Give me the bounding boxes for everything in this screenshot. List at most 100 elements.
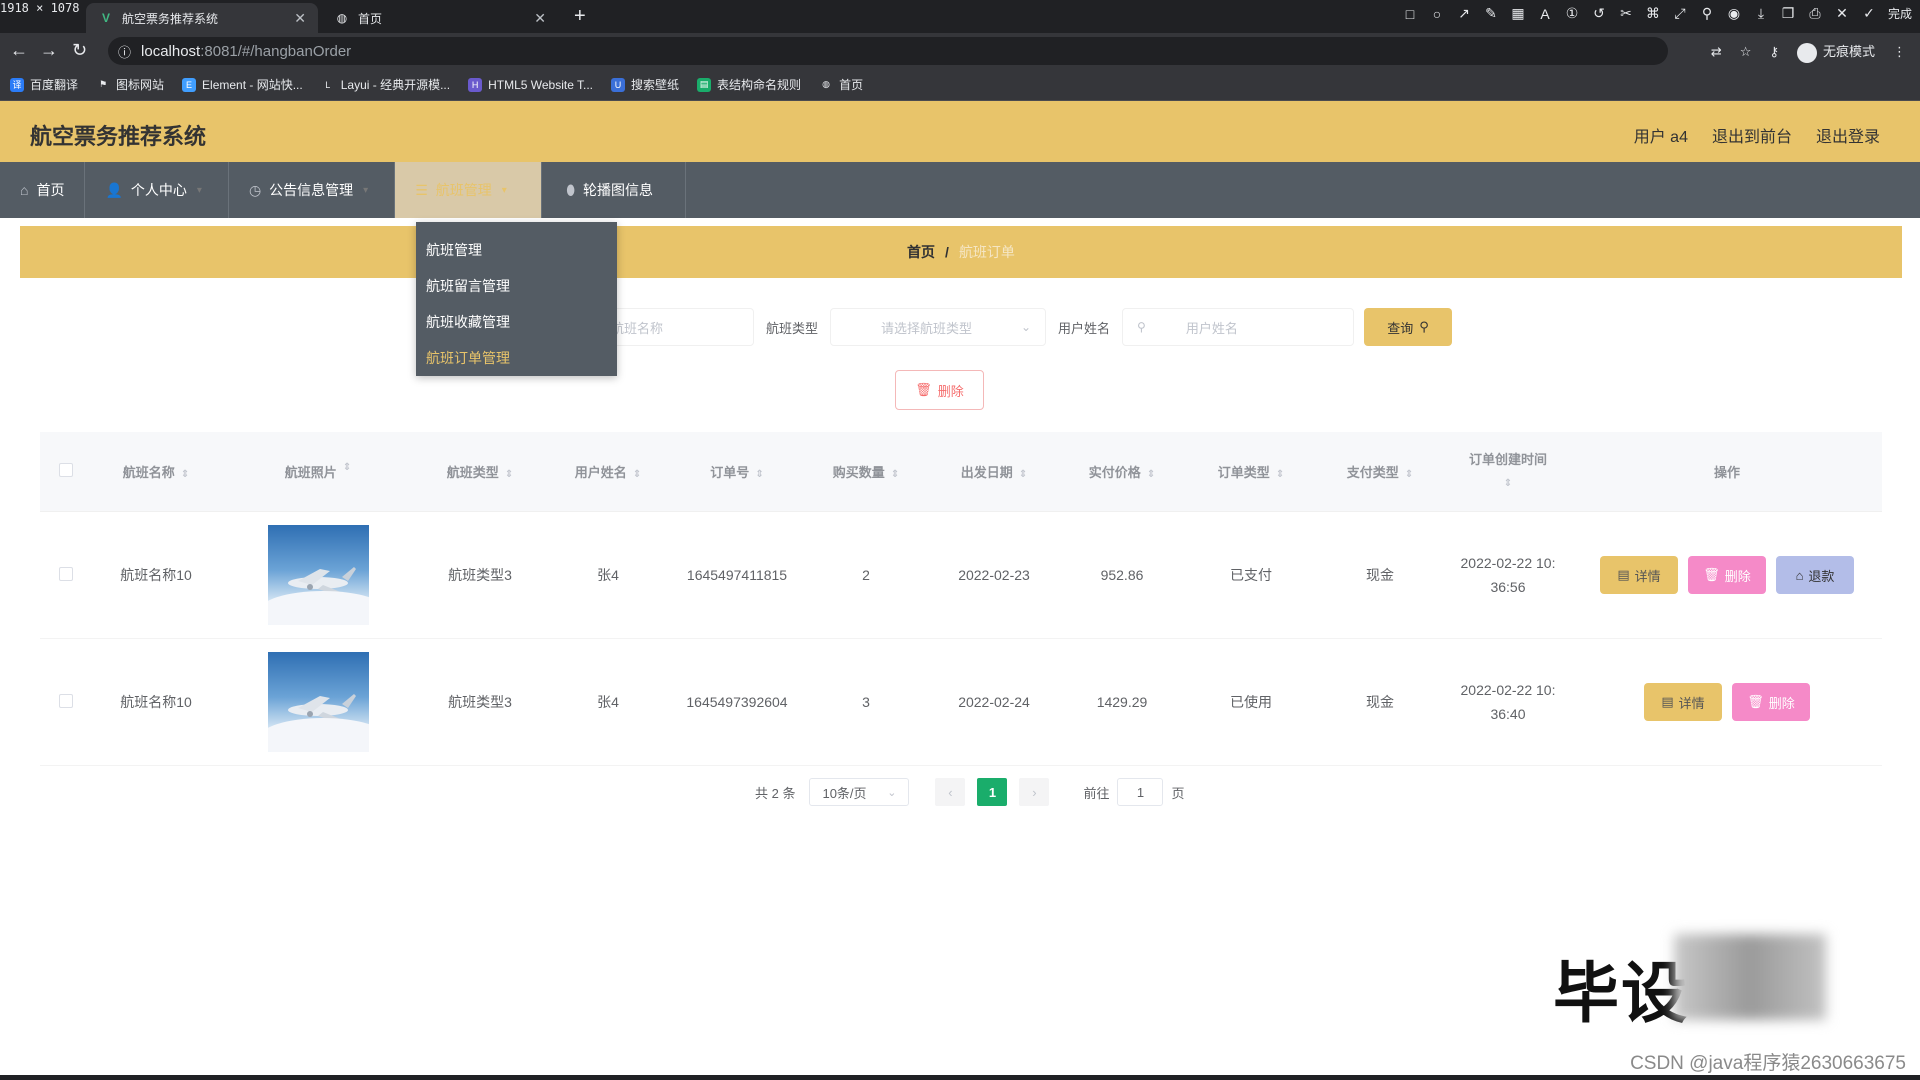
prev-page-icon[interactable]: ‹: [935, 778, 966, 806]
record-icon[interactable]: ◉: [1726, 5, 1742, 22]
check-icon[interactable]: ✓: [1861, 5, 1877, 22]
sort-icon[interactable]: ⇕: [1019, 469, 1027, 480]
tab-close-icon[interactable]: ✕: [294, 10, 306, 27]
sort-icon[interactable]: ⇕: [181, 469, 189, 480]
goto-page-input[interactable]: 1: [1117, 778, 1164, 806]
sort-icon[interactable]: ⇕: [1276, 469, 1284, 480]
exit-to-front-link[interactable]: 退出到前台: [1712, 123, 1792, 147]
logout-link[interactable]: 退出登录: [1816, 123, 1880, 147]
bookmark-item[interactable]: ▤ 表结构命名规则: [697, 76, 801, 93]
button-label: 查询: [1387, 320, 1414, 336]
detail-button[interactable]: ▤ 详情: [1600, 556, 1678, 594]
airplane-photo[interactable]: [267, 652, 369, 752]
flight-type-select[interactable]: 请选择航班类型 ⌄: [830, 308, 1047, 346]
pen-tool-icon[interactable]: ✎: [1483, 5, 1499, 22]
row-checkbox[interactable]: [59, 693, 73, 708]
bookmark-item[interactable]: E Element - 网站快...: [182, 76, 303, 93]
circle-tool-icon[interactable]: ○: [1429, 6, 1445, 22]
col-create-time[interactable]: 订单创建时间 ⇕: [1444, 448, 1572, 496]
col-order-no[interactable]: 订单号 ⇕: [672, 462, 802, 481]
expand-icon[interactable]: ⤢: [1672, 5, 1688, 22]
col-order-type[interactable]: 订单类型 ⇕: [1186, 462, 1316, 481]
col-depart-date[interactable]: 出发日期 ⇕: [930, 462, 1058, 481]
menu-item-home[interactable]: ⌂ 首页: [0, 162, 86, 218]
menu-item-flight[interactable]: ☰ 航班管理 ▾: [395, 162, 543, 218]
chevron-down-icon: ▾: [196, 184, 202, 196]
url-field[interactable]: ⓘ localhost:8081/#/hangbanOrder: [108, 37, 1668, 65]
mosaic-tool-icon[interactable]: ▦: [1510, 5, 1526, 22]
forward-icon[interactable]: →: [40, 40, 58, 61]
arrow-tool-icon[interactable]: ↗: [1456, 5, 1472, 22]
col-flight-photo[interactable]: 航班照片 ⇕: [220, 462, 416, 481]
kebab-menu-icon[interactable]: ⋮: [1893, 44, 1906, 60]
reload-icon[interactable]: ↻: [72, 40, 87, 61]
refund-button[interactable]: ⌂ 退款: [1776, 556, 1854, 594]
bookmark-icon[interactable]: ⎙: [1807, 5, 1823, 22]
col-flight-type[interactable]: 航班类型 ⇕: [416, 462, 544, 481]
sort-icon[interactable]: ⇕: [505, 469, 513, 480]
text-tool-icon[interactable]: A: [1537, 6, 1553, 22]
sort-icon[interactable]: ⇕: [1405, 469, 1413, 480]
query-button[interactable]: 查询 ⚲: [1364, 308, 1453, 346]
info-icon[interactable]: ⓘ: [118, 42, 131, 61]
scissors-icon[interactable]: ✂: [1618, 5, 1634, 22]
done-button[interactable]: 完成: [1888, 5, 1912, 22]
pin-icon[interactable]: ⚲: [1699, 5, 1715, 22]
bookmark-label: HTML5 Website T...: [488, 77, 594, 92]
delete-button[interactable]: 🗑 删除: [1732, 683, 1810, 721]
number-tool-icon[interactable]: ①: [1564, 5, 1580, 22]
col-price[interactable]: 实付价格 ⇕: [1058, 462, 1186, 481]
delete-button[interactable]: 🗑 删除: [1688, 556, 1766, 594]
sort-icon[interactable]: ⇕: [891, 469, 899, 480]
submenu-item-flight-message[interactable]: 航班留言管理: [416, 268, 617, 304]
csdn-credit: CSDN @java程序猿2630663675: [1630, 1053, 1906, 1074]
sort-icon[interactable]: ⇕: [343, 462, 351, 481]
menu-item-carousel[interactable]: ⬮ 轮播图信息: [542, 162, 686, 218]
bookmark-item[interactable]: H HTML5 Website T...: [468, 77, 594, 92]
page-number-current[interactable]: 1: [977, 778, 1008, 806]
row-checkbox[interactable]: [59, 566, 73, 581]
incognito-indicator[interactable]: 无痕模式: [1796, 41, 1875, 63]
key-icon[interactable]: ⚷: [1769, 44, 1779, 60]
new-tab-icon[interactable]: +: [574, 5, 586, 28]
select-all-checkbox[interactable]: [59, 463, 73, 477]
browser-tab-home[interactable]: ◍ 首页 ✕: [322, 3, 558, 33]
submenu-item-flight-manage[interactable]: 航班管理: [416, 232, 617, 268]
breadcrumb-home[interactable]: 首页: [907, 242, 935, 262]
col-quantity[interactable]: 购买数量 ⇕: [802, 462, 930, 481]
bookmark-item[interactable]: U 搜索壁纸: [611, 76, 679, 93]
bookmark-item[interactable]: L Layui - 经典开源模...: [321, 76, 450, 93]
detail-button[interactable]: ▤ 详情: [1644, 683, 1722, 721]
copy-icon[interactable]: ❐: [1780, 5, 1796, 22]
batch-delete-button[interactable]: 🗑 删除: [895, 370, 984, 410]
col-flight-name[interactable]: 航班名称 ⇕: [92, 462, 220, 481]
col-user-name[interactable]: 用户姓名 ⇕: [544, 462, 672, 481]
bookmark-item[interactable]: ◍ 首页: [819, 76, 863, 93]
star-icon[interactable]: ☆: [1740, 44, 1752, 60]
close-icon[interactable]: ✕: [1834, 5, 1850, 22]
menu-item-notice[interactable]: ◷ 公告信息管理 ▾: [229, 162, 396, 218]
user-name-input[interactable]: ⚲ 用户姓名: [1122, 308, 1355, 346]
sort-icon[interactable]: ⇕: [1444, 472, 1572, 496]
sort-icon[interactable]: ⇕: [633, 469, 641, 480]
col-pay-type[interactable]: 支付类型 ⇕: [1316, 462, 1444, 481]
airplane-photo[interactable]: [267, 525, 369, 625]
translate-icon[interactable]: ⇄: [1711, 44, 1722, 60]
back-icon[interactable]: ←: [10, 40, 28, 61]
flight-name-input[interactable]: 航班名称: [596, 308, 754, 346]
rectangle-tool-icon[interactable]: □: [1402, 6, 1418, 22]
page-size-select[interactable]: 10条/页 ⌄: [809, 778, 910, 806]
translate-tool-icon[interactable]: ⌘: [1645, 5, 1661, 22]
sort-icon[interactable]: ⇕: [755, 469, 763, 480]
next-page-icon[interactable]: ›: [1019, 778, 1050, 806]
browser-tab-active[interactable]: V 航空票务推荐系统 ✕: [86, 3, 318, 33]
menu-item-personal[interactable]: 👤 个人中心 ▾: [85, 162, 229, 218]
bookmark-item[interactable]: 译百度翻译: [10, 76, 78, 93]
bookmark-item[interactable]: ⚑ 图标网站: [96, 76, 164, 93]
submenu-item-flight-order[interactable]: 航班订单管理: [416, 340, 617, 376]
tab-close-icon[interactable]: ✕: [534, 10, 546, 27]
submenu-item-flight-favorite[interactable]: 航班收藏管理: [416, 304, 617, 340]
undo-icon[interactable]: ↺: [1591, 5, 1607, 22]
sort-icon[interactable]: ⇕: [1147, 469, 1155, 480]
download-icon[interactable]: ⤓: [1753, 5, 1769, 22]
